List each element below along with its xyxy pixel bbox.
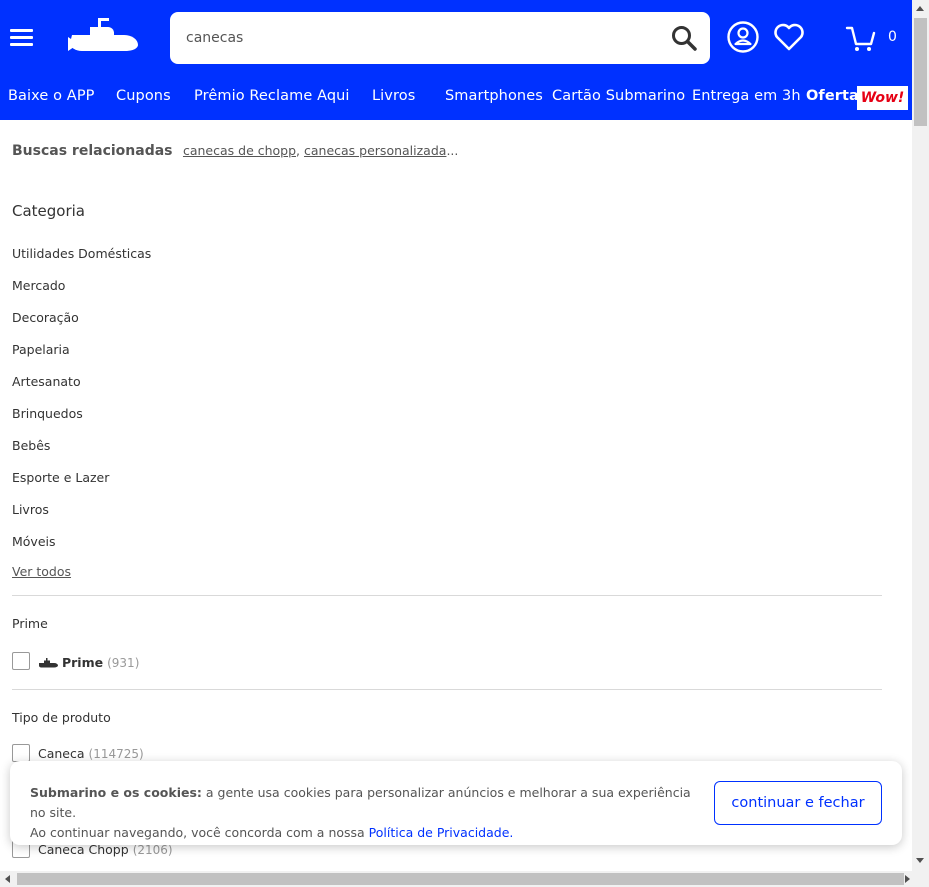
cookie-title: Submarino e os cookies: [30, 785, 202, 800]
see-all-categories-link[interactable]: Ver todos [12, 564, 71, 579]
category-item[interactable]: Utilidades Domésticas [12, 246, 151, 261]
wow-badge[interactable]: Wow! [857, 86, 908, 110]
search-bar [170, 12, 710, 64]
accept-cookies-button[interactable]: continuar e fechar [714, 781, 882, 825]
scroll-down-arrow-icon[interactable] [916, 858, 924, 863]
search-icon[interactable] [670, 24, 698, 52]
scroll-right-arrow-icon[interactable] [905, 875, 910, 883]
scroll-up-arrow-icon[interactable] [916, 6, 924, 11]
category-item[interactable]: Mercado [12, 278, 65, 293]
prime-filter-title: Prime [12, 616, 48, 631]
prime-option-count: (931) [107, 656, 140, 670]
vertical-scrollbar[interactable] [912, 0, 929, 871]
menu-icon[interactable] [10, 27, 34, 47]
heart-icon[interactable] [772, 20, 806, 54]
product-type-filter-title: Tipo de produto [12, 710, 111, 725]
category-item[interactable]: Brinquedos [12, 406, 83, 421]
divider [12, 689, 882, 690]
category-item[interactable]: Livros [12, 502, 49, 517]
cookie-text: Submarino e os cookies: a gente usa cook… [30, 783, 710, 843]
option-label: Caneca [38, 746, 85, 761]
nav-cartao-submarino[interactable]: Cartão Submarino [552, 88, 685, 104]
cookie-text-line2: Ao continuar navegando, você concorda co… [30, 825, 369, 840]
category-item[interactable]: Bebês [12, 438, 50, 453]
prime-option[interactable]: Prime (931) [38, 655, 139, 670]
scroll-left-arrow-icon[interactable] [5, 875, 10, 883]
category-item[interactable]: Artesanato [12, 374, 81, 389]
option-count: (114725) [88, 747, 144, 761]
top-nav: Baixe o APP Cupons Prêmio Reclame Aqui L… [0, 84, 912, 112]
nav-baixe-app[interactable]: Baixe o APP [8, 88, 95, 104]
product-type-checkbox-caneca[interactable] [12, 744, 30, 762]
related-link-canecas-chopp[interactable]: canecas de chopp [183, 143, 296, 158]
option-count: (2106) [132, 843, 173, 857]
horizontal-scrollbar-thumb[interactable] [17, 873, 904, 885]
submarine-logo[interactable] [68, 17, 140, 57]
nav-smartphones[interactable]: Smartphones [445, 88, 543, 104]
divider [12, 595, 882, 596]
category-item[interactable]: Esporte e Lazer [12, 470, 109, 485]
site-header: 0 Baixe o APP Cupons Prêmio Reclame Aqui… [0, 0, 912, 120]
vertical-scrollbar-thumb[interactable] [914, 18, 927, 126]
nav-oferta[interactable]: Oferta [806, 88, 859, 104]
product-type-option-caneca[interactable]: Caneca (114725) [38, 746, 144, 761]
user-icon[interactable] [726, 20, 760, 54]
prime-checkbox[interactable] [12, 652, 30, 670]
category-item[interactable]: Papelaria [12, 342, 70, 357]
privacy-policy-link[interactable]: Política de Privacidade. [369, 825, 514, 840]
related-link-canecas-personalizada[interactable]: canecas personalizada [304, 143, 446, 158]
nav-cupons[interactable]: Cupons [116, 88, 171, 104]
category-item[interactable]: Móveis [12, 534, 56, 549]
category-item[interactable]: Decoração [12, 310, 79, 325]
submarine-prime-icon [38, 657, 58, 667]
related-title: Buscas relacionadas [12, 143, 173, 159]
related-ellipsis: ... [446, 143, 459, 158]
cookie-banner: Submarino e os cookies: a gente usa cook… [10, 761, 902, 845]
prime-option-label: Prime [61, 655, 104, 670]
nav-livros[interactable]: Livros [372, 88, 415, 104]
related-searches: Buscas relacionadas canecas de chopp, ca… [12, 143, 459, 159]
cart-count: 0 [888, 29, 897, 45]
cart-icon[interactable] [845, 20, 877, 54]
search-input[interactable] [186, 22, 656, 54]
nav-premio-reclame-aqui[interactable]: Prêmio Reclame Aqui [194, 88, 350, 104]
nav-entrega-3h[interactable]: Entrega em 3h [692, 88, 801, 104]
category-title: Categoria [12, 202, 86, 220]
